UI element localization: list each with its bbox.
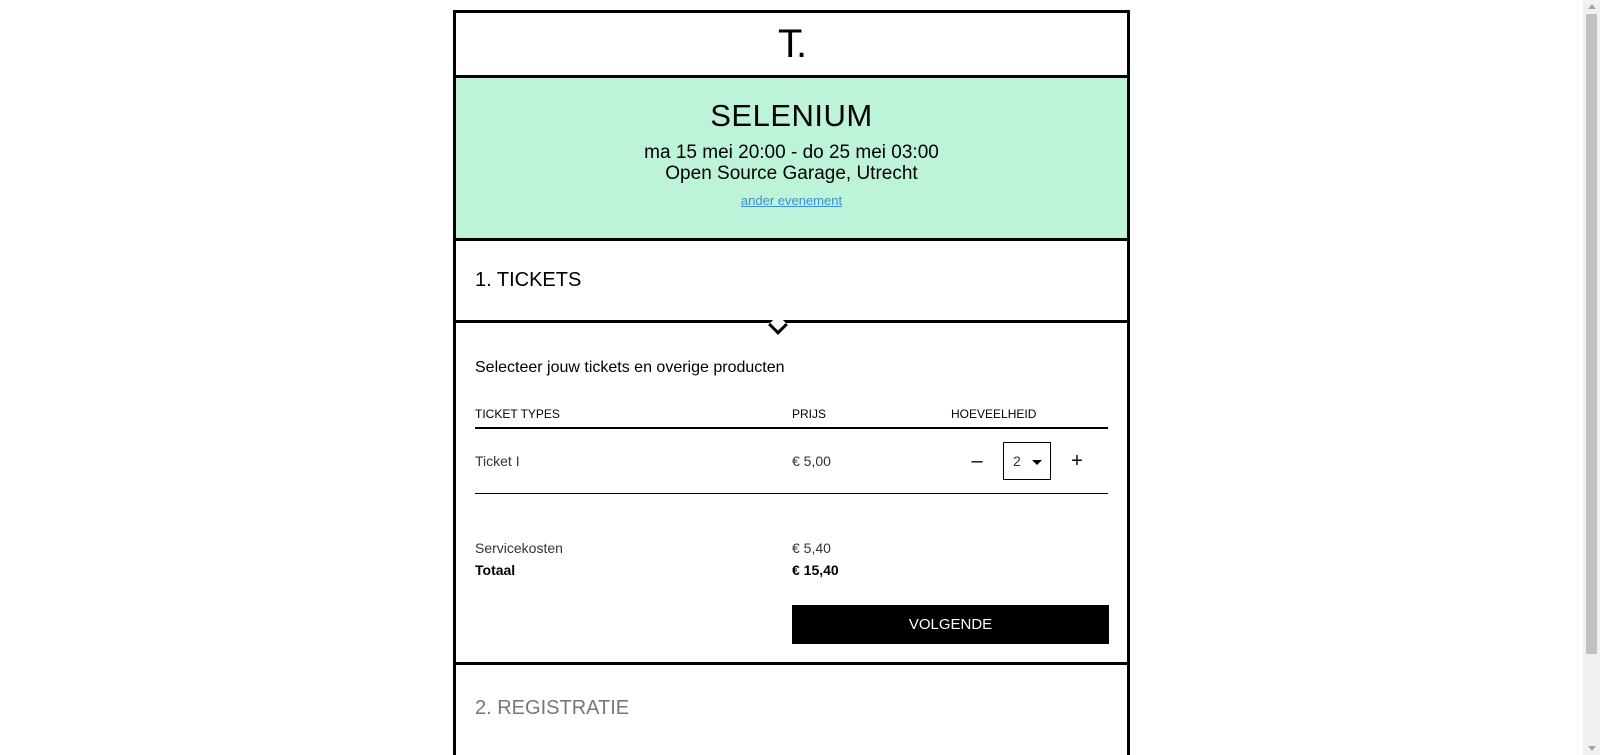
other-event-link[interactable]: ander evenement: [741, 193, 842, 208]
page: T. SELENIUM ma 15 mei 20:00 - do 25 mei …: [0, 0, 1600, 755]
scroll-up-icon[interactable]: [1588, 4, 1596, 9]
caret-down-icon: [1032, 460, 1042, 465]
event-info: SELENIUM ma 15 mei 20:00 - do 25 mei 03:…: [456, 78, 1127, 241]
column-header-quantity: HOEVEELHEID: [951, 407, 1037, 421]
order-totals: Servicekosten € 5,40 Totaal € 15,40: [475, 537, 1108, 581]
table-row: Ticket I € 5,00 – 2 +: [475, 429, 1108, 494]
ticket-table-header: TICKET TYPES PRIJS HOEVEELHEID: [475, 407, 1108, 429]
total-row: Totaal € 15,40: [475, 559, 1108, 581]
checkout-frame: T. SELENIUM ma 15 mei 20:00 - do 25 mei …: [453, 10, 1130, 755]
ticket-name: Ticket I: [475, 453, 520, 469]
vertical-scrollbar[interactable]: [1583, 0, 1600, 755]
step-registration-title: 2. REGISTRATIE: [475, 696, 630, 719]
event-title: SELENIUM: [710, 98, 873, 133]
decrease-quantity-button[interactable]: –: [951, 450, 1003, 473]
scrollbar-thumb[interactable]: [1586, 14, 1597, 654]
quantity-value: 2: [1013, 453, 1021, 469]
tickets-subtitle: Selecteer jouw tickets en overige produc…: [475, 359, 785, 376]
scroll-down-icon[interactable]: [1588, 746, 1596, 751]
step-tickets-heading[interactable]: 1. TICKETS: [456, 241, 1127, 335]
event-venue: Open Source Garage, Utrecht: [665, 163, 918, 184]
step-tickets-title: 1. TICKETS: [475, 269, 582, 291]
column-header-price: PRIJS: [792, 407, 827, 421]
increase-quantity-button[interactable]: +: [1051, 450, 1103, 473]
logo-bar: T.: [456, 13, 1127, 78]
column-header-ticket-types: TICKET TYPES: [475, 407, 560, 421]
service-fee-value: € 5,40: [792, 540, 831, 556]
total-label: Totaal: [475, 562, 516, 578]
tickets-panel: Selecteer jouw tickets en overige produc…: [456, 323, 1127, 665]
ticket-price: € 5,00: [792, 453, 831, 469]
quantity-stepper: – 2 +: [951, 442, 1108, 480]
brand-logo: T.: [777, 22, 807, 66]
step-registration-heading: 2. REGISTRATIE: [456, 665, 1127, 751]
next-button[interactable]: VOLGENDE: [792, 605, 1109, 644]
total-value: € 15,40: [792, 562, 839, 578]
event-date: ma 15 mei 20:00 - do 25 mei 03:00: [644, 142, 939, 163]
quantity-select[interactable]: 2: [1003, 442, 1051, 480]
service-fee-label: Servicekosten: [475, 540, 563, 556]
service-fee-row: Servicekosten € 5,40: [475, 537, 1108, 559]
